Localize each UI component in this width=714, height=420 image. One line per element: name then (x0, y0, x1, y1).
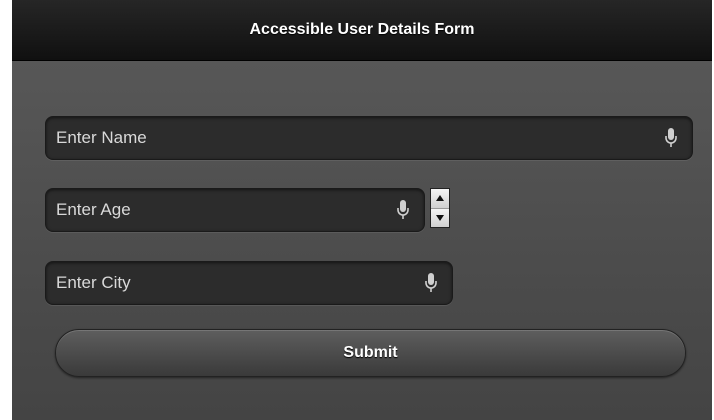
microphone-icon[interactable] (664, 127, 678, 149)
age-stepper[interactable] (430, 188, 450, 228)
name-field-container (45, 116, 693, 160)
name-input[interactable] (46, 116, 664, 160)
header-bar: Accessible User Details Form (12, 0, 712, 61)
page-title: Accessible User Details Form (249, 21, 475, 38)
microphone-icon[interactable] (396, 199, 410, 221)
age-input[interactable] (46, 188, 396, 232)
microphone-icon[interactable] (424, 272, 438, 294)
app-frame: Accessible User Details Form Enter Name … (12, 0, 712, 420)
stepper-down-button[interactable] (431, 208, 449, 227)
age-field-container (45, 188, 425, 232)
stepper-up-button[interactable] (431, 189, 449, 209)
city-input[interactable] (46, 261, 424, 305)
submit-button[interactable]: Submit (55, 329, 686, 377)
city-field-container (45, 261, 453, 305)
arrow-down-icon (436, 214, 444, 221)
arrow-up-icon (436, 195, 444, 202)
